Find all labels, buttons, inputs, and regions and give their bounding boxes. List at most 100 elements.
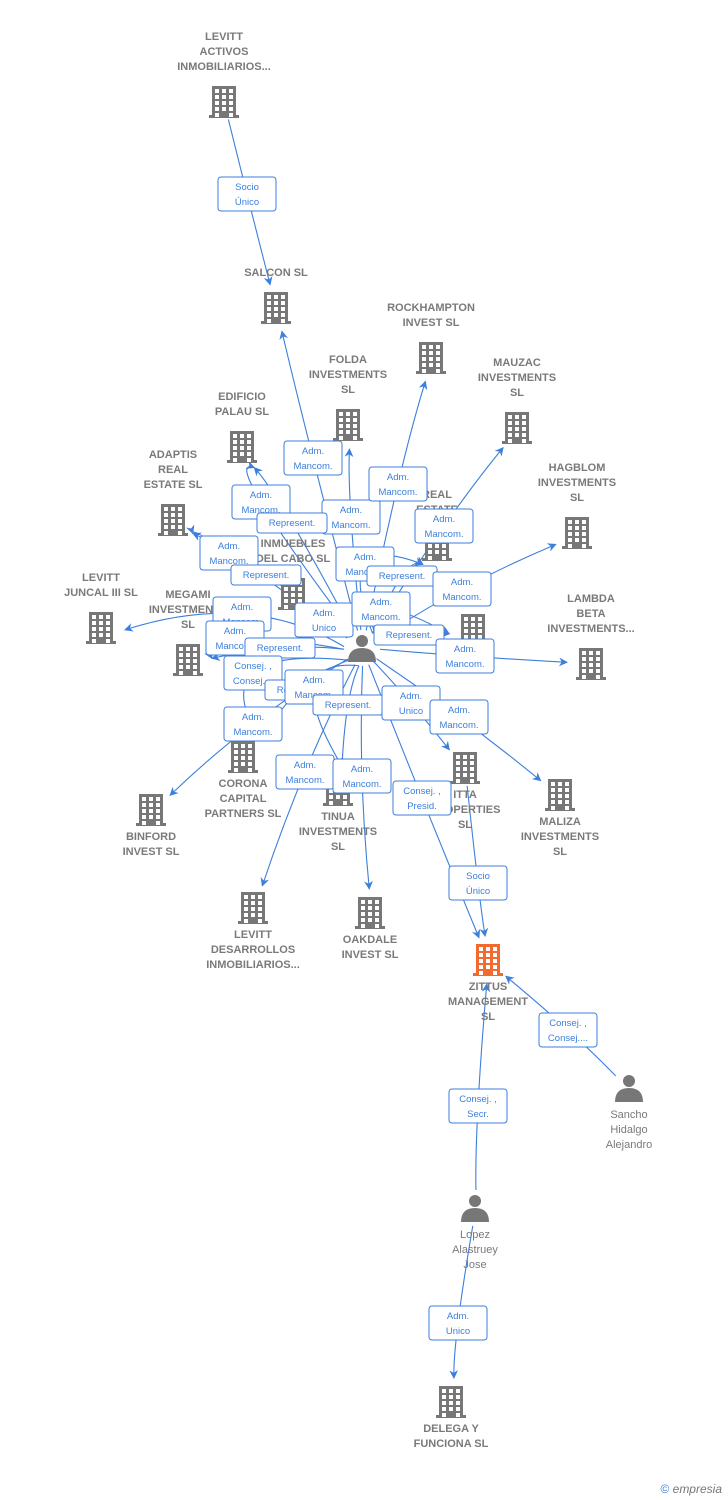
node-label: SL xyxy=(181,619,195,631)
node-maliza[interactable]: MALIZA INVESTMENTS SL xyxy=(521,779,599,858)
node-desarrollos[interactable]: LEVITT DESARROLLOS INMOBILIARIOS... xyxy=(206,892,300,971)
node-rockhampton[interactable]: ROCKHAMPTON INVEST SL xyxy=(387,302,475,374)
edge-label[interactable]: Socio Único xyxy=(217,176,277,212)
edge-label[interactable]: Adm. Unico xyxy=(428,1305,488,1341)
edge-label-text: Adm. xyxy=(400,691,422,702)
edge-label-text: Represent. xyxy=(257,643,303,654)
footer: © empresia xyxy=(660,1482,722,1496)
node-adaptis[interactable]: ADAPTIS REAL ESTATE SL xyxy=(144,449,203,536)
node-label: INVESTMENTS xyxy=(478,372,556,384)
edge-label[interactable]: Socio Único xyxy=(448,865,508,901)
edge-label[interactable]: Represent. xyxy=(366,565,438,587)
edge-label[interactable]: Adm. Mancom. xyxy=(321,499,381,535)
node-folda[interactable]: FOLDA INVESTMENTS SL xyxy=(309,354,387,441)
node-lopez[interactable]: Lopez Alastruey Jose xyxy=(452,1195,498,1271)
node-edificio[interactable]: EDIFICIO PALAU SL xyxy=(215,391,269,463)
node-label: SL xyxy=(458,819,472,831)
edge-label[interactable]: Adm. Mancom. xyxy=(283,440,343,476)
node-label: INMOBILIARIOS... xyxy=(177,61,271,73)
edge-label[interactable]: Represent. xyxy=(256,512,328,534)
node-label: INVESTMENTS xyxy=(299,826,377,838)
edge-label-text: Adm. xyxy=(224,626,246,637)
building-icon xyxy=(209,86,239,118)
edge-label-text: Adm. xyxy=(218,541,240,552)
edge-label[interactable]: Adm. Mancom. xyxy=(435,638,495,674)
node-label: HAGBLOM xyxy=(549,462,606,474)
node-label: SL xyxy=(481,1011,495,1023)
node-label: INVEST SL xyxy=(403,317,460,329)
node-label: CAPITAL xyxy=(220,793,267,805)
node-label: SL xyxy=(331,841,345,853)
node-label: SL xyxy=(341,384,355,396)
node-label: MANAGEMENT xyxy=(448,996,528,1008)
building-icon xyxy=(86,612,116,644)
node-hagblom[interactable]: HAGBLOM INVESTMENTS SL xyxy=(538,462,616,549)
node-label: INVEST SL xyxy=(123,846,180,858)
edge-label[interactable]: Consej. , Consej.... xyxy=(538,1012,598,1048)
edge-label[interactable]: Consej. , Secr. xyxy=(448,1088,508,1124)
node-corona[interactable]: CORONA CAPITAL PARTNERS SL xyxy=(205,741,282,820)
edge-label-text: Adm. xyxy=(231,602,253,613)
node-label: REAL xyxy=(158,464,188,476)
edge-label[interactable]: Adm. Mancom. xyxy=(429,699,489,735)
edge-label[interactable]: Represent. xyxy=(373,624,445,646)
node-label: MEGAMI xyxy=(165,589,210,601)
edge-label-text: Adm. xyxy=(351,764,373,775)
edge-label-text: Unico xyxy=(312,623,336,634)
node-label: SALCON SL xyxy=(244,267,308,279)
building-icon xyxy=(502,412,532,444)
node-levitt-activos[interactable]: LEVITT ACTIVOS INMOBILIARIOS... xyxy=(177,31,271,118)
node-label: INVESTMENTS xyxy=(309,369,387,381)
edge-label-text: Represent. xyxy=(243,570,289,581)
node-lambda[interactable]: LAMBDA BETA INVESTMENTS... xyxy=(547,593,635,680)
edge-label[interactable]: Adm. Mancom. xyxy=(414,508,474,544)
edge-label-text: Mancom. xyxy=(293,461,332,472)
edge-label[interactable]: Adm. Mancom. xyxy=(223,706,283,742)
building-icon xyxy=(228,741,258,773)
node-binford[interactable]: BINFORD INVEST SL xyxy=(123,794,180,858)
edge-label[interactable]: Adm. Mancom. xyxy=(432,571,492,607)
edge-label-text: Represent. xyxy=(325,700,371,711)
edge-label-text: Mancom. xyxy=(424,529,463,540)
edge-label[interactable]: Represent. xyxy=(312,694,384,716)
edge-label-text: Mancom. xyxy=(445,659,484,670)
node-label: INVESTMENTS... xyxy=(547,623,634,635)
node-label: INMUEBLES xyxy=(261,538,326,550)
node-salcon[interactable]: SALCON SL xyxy=(244,267,308,324)
edge-label-text: Adm. xyxy=(433,514,455,525)
node-label: Alejandro xyxy=(606,1139,652,1151)
edge-label-text: Adm. xyxy=(451,577,473,588)
node-label: LEVITT xyxy=(82,572,120,584)
building-icon xyxy=(436,1386,466,1418)
edge-label-text: Adm. xyxy=(250,490,272,501)
node-label: INVESTMENTS xyxy=(521,831,599,843)
copyright-symbol: © xyxy=(660,1482,670,1496)
node-label: Sancho xyxy=(610,1109,647,1121)
node-juncal[interactable]: LEVITT JUNCAL III SL xyxy=(64,572,138,644)
edge-label[interactable]: Represent. xyxy=(230,564,302,586)
node-label: CORONA xyxy=(219,778,268,790)
edge-label[interactable]: Represent. xyxy=(244,637,316,659)
edge-label[interactable]: Adm. Mancom. xyxy=(332,758,392,794)
node-label: FOLDA xyxy=(329,354,367,366)
node-sancho[interactable]: Sancho Hidalgo Alejandro xyxy=(606,1075,652,1151)
node-delega[interactable]: DELEGA Y FUNCIONA SL xyxy=(414,1386,489,1450)
node-oakdale[interactable]: OAKDALE INVEST SL xyxy=(342,897,399,961)
edge-label[interactable]: Adm. Mancom. xyxy=(368,466,428,502)
node-zittus[interactable]: ZITTUS MANAGEMENT SL xyxy=(448,944,528,1023)
edge-label-text: Adm. xyxy=(303,675,325,686)
building-icon xyxy=(545,779,575,811)
edge-label[interactable]: Adm. Mancom. xyxy=(275,754,335,790)
node-label: Lopez xyxy=(460,1229,490,1241)
node-label: MAUZAC xyxy=(493,357,541,369)
brand-logo[interactable]: empresia xyxy=(673,1482,722,1496)
edge-label[interactable]: Adm. Mancom. xyxy=(351,591,411,627)
node-label: SL xyxy=(570,492,584,504)
node-label: LAMBDA xyxy=(567,593,615,605)
node-mauzac[interactable]: MAUZAC INVESTMENTS SL xyxy=(478,357,556,444)
edge-label-text: Secr. xyxy=(467,1109,489,1120)
node-label: INVEST SL xyxy=(342,949,399,961)
building-icon xyxy=(173,644,203,676)
edge-label[interactable]: Adm. Unico xyxy=(294,602,354,638)
edge-label[interactable]: Consej. , Presid. xyxy=(392,780,452,816)
